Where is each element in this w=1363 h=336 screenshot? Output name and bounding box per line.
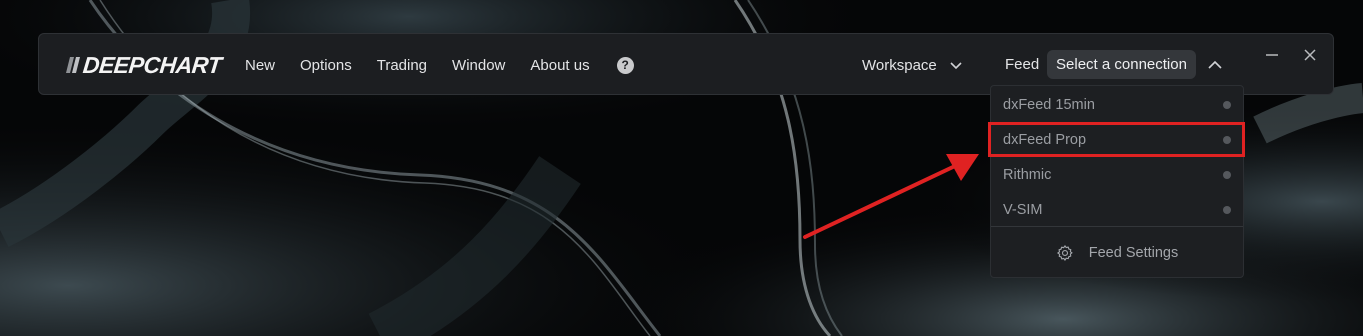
- connection-option-dxfeed-15min[interactable]: dxFeed 15min: [991, 87, 1243, 122]
- status-dot: [1223, 135, 1231, 144]
- select-connection-button[interactable]: Select a connection: [1047, 50, 1196, 79]
- app-logo: DEEPCHART: [65, 50, 223, 80]
- connection-option-label: dxFeed Prop: [1003, 131, 1087, 148]
- feed-settings-label: Feed Settings: [1088, 245, 1179, 261]
- menu-new[interactable]: New: [245, 57, 275, 74]
- dropdown-divider: [991, 226, 1243, 227]
- menu-window[interactable]: Window: [452, 57, 505, 74]
- menu-options[interactable]: Options: [300, 57, 352, 74]
- connection-option-label: Rithmic: [1003, 166, 1052, 183]
- workspace-label: Workspace: [862, 56, 937, 74]
- menu-trading[interactable]: Trading: [377, 57, 427, 74]
- connection-dropdown: dxFeed 15min dxFeed Prop Rithmic V-SIM F…: [990, 85, 1244, 278]
- logo-text: DEEPCHART: [81, 51, 223, 78]
- workspace-dropdown[interactable]: Workspace: [862, 34, 963, 96]
- connection-option-rithmic[interactable]: Rithmic: [991, 157, 1243, 192]
- connection-option-v-sim[interactable]: V-SIM: [991, 192, 1243, 227]
- status-dot: [1223, 205, 1231, 214]
- main-menu: New Options Trading Window About us ?: [245, 34, 634, 96]
- chevron-up-icon[interactable]: [1207, 58, 1223, 72]
- status-dot: [1223, 170, 1231, 179]
- question-circle-icon[interactable]: ?: [616, 56, 634, 74]
- gear-icon: [1057, 245, 1073, 261]
- feed-settings-button[interactable]: Feed Settings: [991, 236, 1243, 270]
- minimize-icon[interactable]: [1265, 48, 1279, 62]
- feed-label: Feed: [1005, 56, 1040, 73]
- chevron-down-icon: [950, 62, 962, 70]
- connection-option-dxfeed-prop[interactable]: dxFeed Prop: [991, 122, 1243, 157]
- menu-about-us[interactable]: About us: [530, 57, 589, 74]
- connection-option-label: dxFeed 15min: [1003, 96, 1095, 113]
- status-dot: [1223, 100, 1231, 109]
- close-icon[interactable]: [1303, 48, 1317, 62]
- connection-option-label: V-SIM: [1003, 201, 1043, 218]
